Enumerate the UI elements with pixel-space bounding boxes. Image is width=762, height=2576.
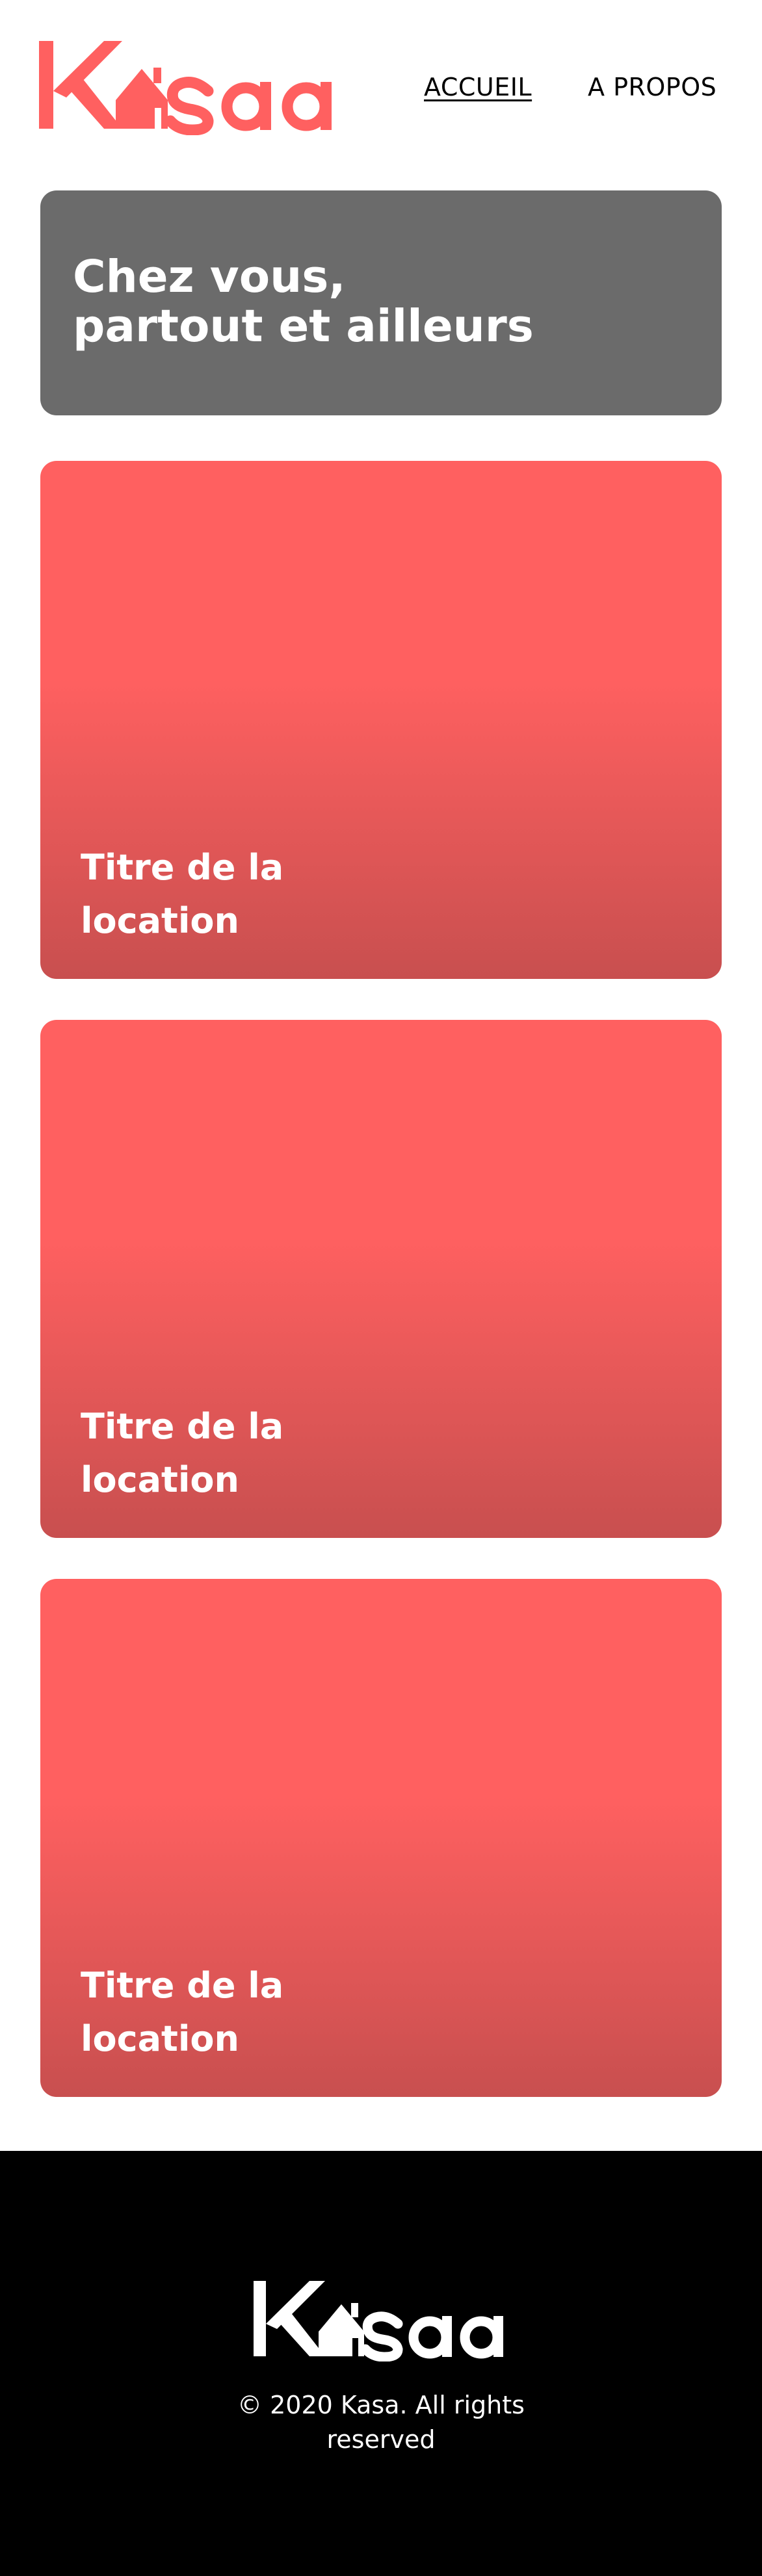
main-nav: ACCUEIL A PROPOS	[0, 73, 762, 105]
hero-banner: Chez vous, partout et ailleurs	[40, 190, 722, 415]
rental-card[interactable]: Titre de la location	[40, 461, 722, 979]
rental-card[interactable]: Titre de la location	[40, 1579, 722, 2097]
header: ACCUEIL A PROPOS	[0, 0, 762, 176]
kasa-logo-footer	[254, 2281, 503, 2361]
nav-link-home[interactable]: ACCUEIL	[424, 73, 532, 101]
rental-card-title: Titre de la location	[81, 847, 284, 941]
house-icon	[319, 2303, 364, 2356]
footer: © 2020 Kasa. All rights reserved	[0, 2151, 762, 2576]
page: ACCUEIL A PROPOS Chez vous, partout et a…	[0, 0, 762, 2576]
banner-title: Chez vous, partout et ailleurs	[73, 251, 534, 352]
copyright-text: © 2020 Kasa. All rights reserved	[237, 2391, 525, 2454]
nav-link-about[interactable]: A PROPOS	[588, 73, 716, 101]
rental-card-title: Titre de la location	[81, 1965, 284, 2059]
rental-card[interactable]: Titre de la location	[40, 1020, 722, 1538]
rental-card-title: Titre de la location	[81, 1406, 284, 1500]
